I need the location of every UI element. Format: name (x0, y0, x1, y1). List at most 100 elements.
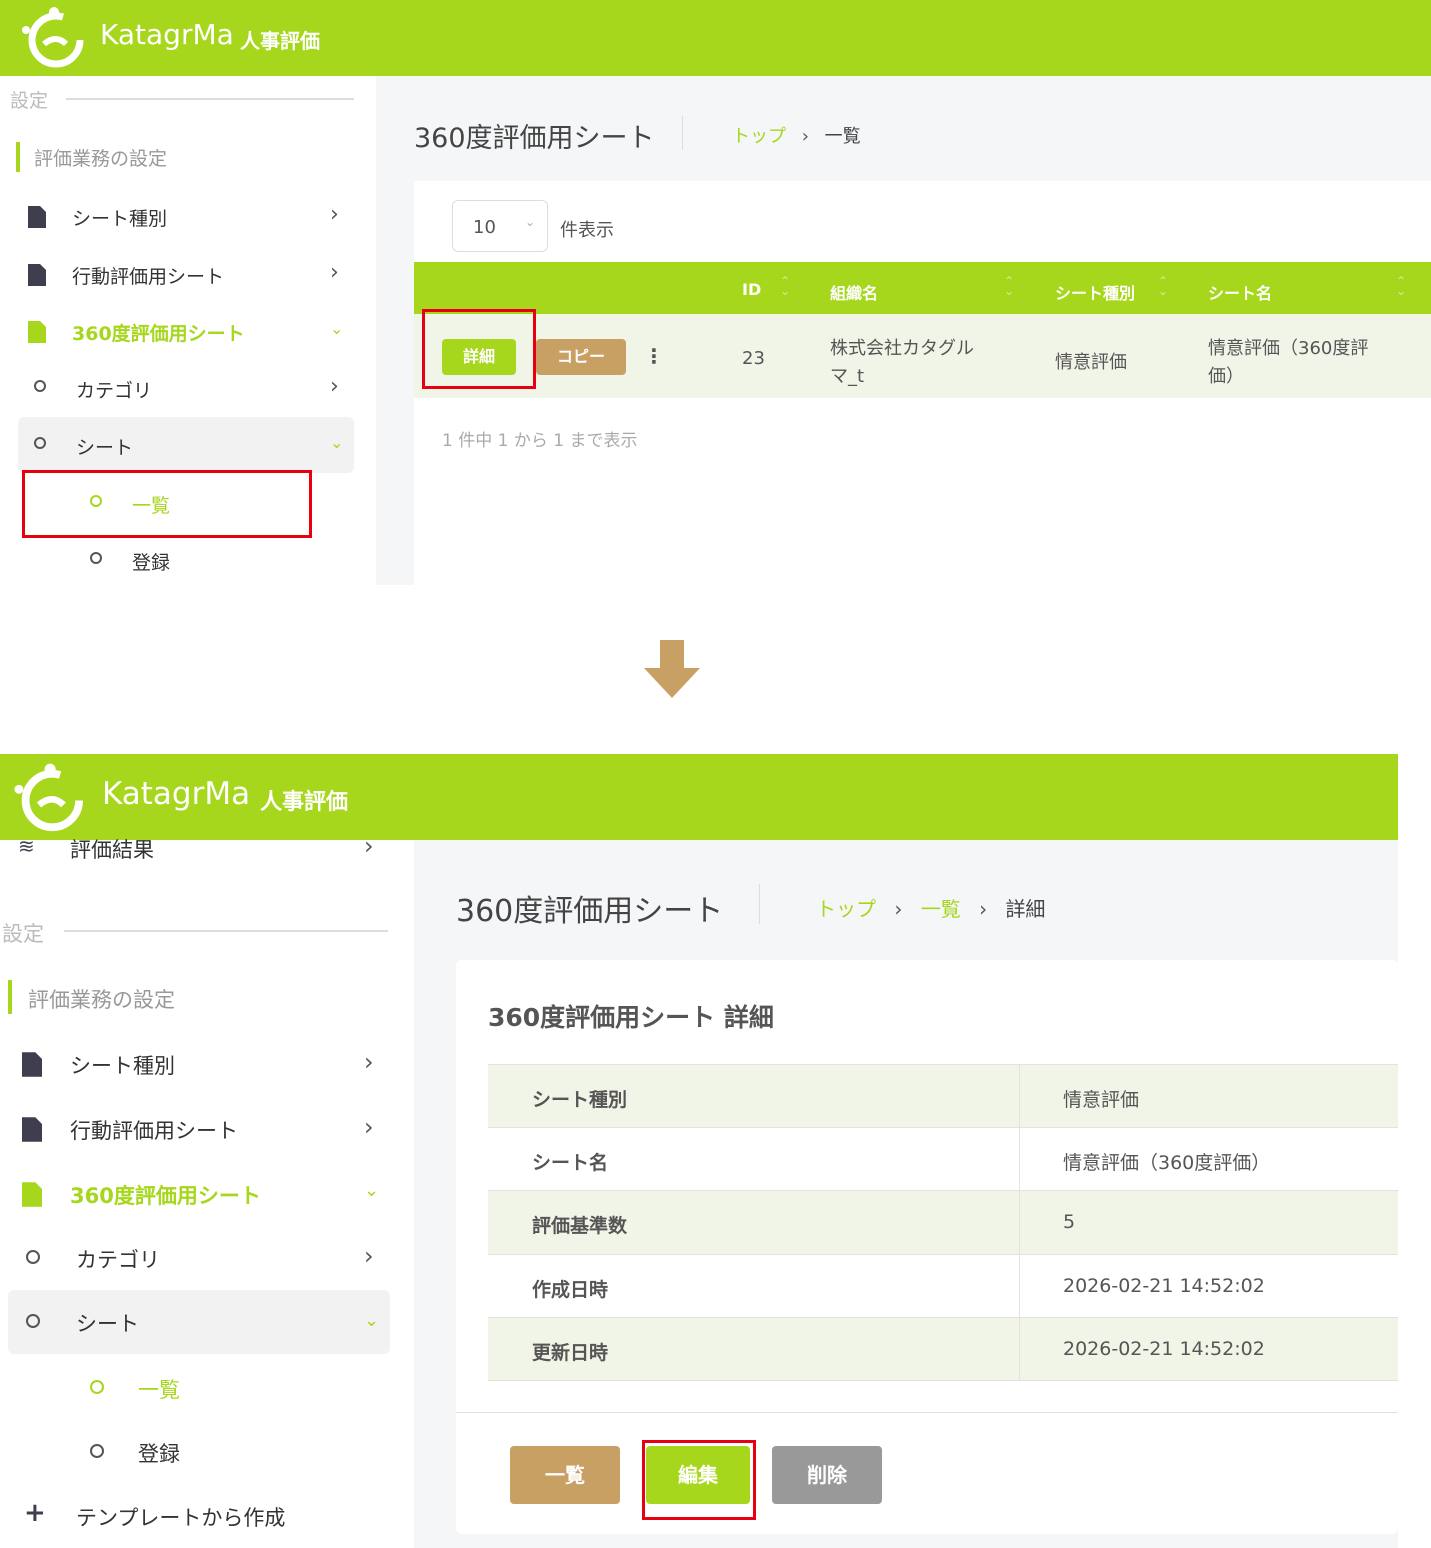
sidebar-item-category[interactable]: カテゴリ › (10, 1234, 390, 1282)
sort-icon: ⌃ ⌄ (1158, 274, 1169, 298)
sidebar-item-label: シート (76, 1312, 139, 1336)
sort-icon: ⌃ ⌄ (1396, 274, 1407, 298)
sidebar-item-behavior-sheet[interactable]: 行動評価用シート › (10, 1105, 390, 1153)
sidebar-subitem-register[interactable]: 登録 (74, 538, 304, 582)
length-select[interactable]: 10 ⌄ (452, 200, 548, 252)
chevron-right-icon: › (364, 834, 374, 860)
sidebar: 設定 評価業務の設定 シート種別 › 行動評価用シート › 360度評価用シート… (0, 76, 376, 585)
detail-label: 評価基準数 (532, 1215, 628, 1237)
sidebar-item-label: 登録 (132, 552, 171, 574)
chevron-right-icon: › (364, 1048, 374, 1076)
chevron-right-icon: › (364, 1113, 374, 1141)
cell-id: 23 (742, 348, 765, 369)
sort-icon: ⌃ ⌄ (780, 274, 791, 298)
sidebar-item-results[interactable]: ≋ 評価結果 › (10, 834, 390, 864)
sidebar-item-label: 一覧 (138, 1378, 180, 1402)
sidebar-item-label: シート種別 (70, 1054, 175, 1078)
circle-icon (26, 1250, 40, 1264)
breadcrumb-top-link[interactable]: トップ (816, 897, 876, 921)
delete-button[interactable]: 削除 (772, 1446, 882, 1504)
detail-value: 2026-02-21 14:52:02 (1063, 1275, 1265, 1297)
breadcrumb: トップ › 一覧 › 詳細 (816, 893, 1045, 922)
list-card: 10 ⌄ 件表示 ID ⌃ ⌄ 組織名 ⌃ ⌄ シート種別 ⌃ ⌄ シート名 ⌃ ⌄ 詳… (414, 181, 1431, 585)
breadcrumb-separator-icon: › (801, 126, 809, 147)
cell-sheet-name-line1: 情意評価（360度評 (1208, 338, 1369, 359)
detail-row: 更新日時 2026-02-21 14:52:02 (488, 1318, 1398, 1381)
sidebar-section-title: 設定 (10, 90, 49, 112)
highlight-box (422, 309, 536, 389)
cell-sheet-name-line2: 価） (1208, 366, 1244, 387)
breadcrumb: トップ › 一覧 (732, 122, 861, 148)
list-button[interactable]: 一覧 (510, 1446, 620, 1504)
sidebar-item-label: 360度評価用シート (70, 1184, 261, 1208)
column-header-org[interactable]: 組織名 (830, 280, 878, 304)
document-icon (28, 264, 46, 286)
document-icon (28, 206, 46, 228)
circle-icon (90, 552, 102, 564)
copy-button[interactable]: コピー (536, 339, 626, 375)
sidebar-item-label: カテゴリ (76, 1248, 160, 1272)
detail-card: 360度評価用シート 詳細 シート種別 情意評価 シート名 情意評価（360度評… (456, 960, 1398, 1534)
breadcrumb-separator-icon: › (894, 897, 903, 921)
detail-value: 情意評価（360度評価） (1063, 1152, 1271, 1174)
sidebar-group-title: 評価業務の設定 (34, 148, 168, 170)
breadcrumb-separator-icon: › (979, 897, 988, 921)
detail-row: シート種別 情意評価 (488, 1065, 1398, 1128)
sidebar-item-360-sheet[interactable]: 360度評価用シート ⌄ (10, 1170, 390, 1218)
sidebar-item-360-sheet[interactable]: 360度評価用シート ⌄ (18, 309, 354, 353)
chevron-right-icon: › (330, 374, 339, 399)
breadcrumb-top-link[interactable]: トップ (732, 126, 786, 147)
breadcrumb-list-link[interactable]: 一覧 (921, 897, 961, 921)
sidebar-item-sheet[interactable]: シート ⌄ (8, 1290, 390, 1354)
sidebar: ≋ 評価結果 › 設定 評価業務の設定 シート種別 › 行動評価用シート › 3… (0, 834, 414, 1548)
sidebar-item-label: カテゴリ (76, 380, 153, 402)
detail-row: シート名 情意評価（360度評価） (488, 1128, 1398, 1191)
product-name: 人事評価 (260, 790, 349, 815)
sidebar-item-behavior-sheet[interactable]: 行動評価用シート › (18, 252, 354, 296)
highlight-box (22, 470, 312, 538)
sidebar-item-category[interactable]: カテゴリ › (18, 366, 354, 410)
card-title: 360度評価用シート 詳細 (488, 1003, 774, 1032)
chevron-right-icon: › (364, 1242, 374, 1270)
cell-org-line1: 株式会社カタグル (830, 338, 974, 359)
detail-value: 情意評価 (1063, 1089, 1140, 1111)
column-header-sheet-name[interactable]: シート名 (1208, 280, 1272, 304)
sidebar-item-from-template[interactable]: + テンプレートから作成 (10, 1492, 390, 1540)
chevron-right-icon: › (330, 202, 339, 227)
more-menu-icon[interactable]: ⋮ (644, 344, 664, 368)
title-divider (759, 884, 760, 924)
length-select-suffix: 件表示 (560, 220, 614, 241)
layers-icon: ≋ (18, 834, 35, 858)
column-header-id[interactable]: ID (742, 280, 761, 299)
sidebar-item-label: 登録 (138, 1442, 180, 1466)
section-divider (66, 98, 354, 100)
page-title: 360度評価用シート (456, 894, 724, 929)
sidebar-subitem-register[interactable]: 登録 (74, 1428, 334, 1476)
katagrma-logo-icon (22, 7, 84, 68)
sidebar-item-sheet-type[interactable]: シート種別 › (18, 194, 354, 238)
title-divider (682, 116, 683, 150)
detail-table: シート種別 情意評価 シート名 情意評価（360度評価） 評価基準数 5 作成日… (488, 1064, 1398, 1381)
chevron-down-icon: ⌄ (525, 215, 536, 229)
page-title: 360度評価用シート (414, 123, 655, 154)
circle-icon (34, 437, 46, 449)
document-icon (22, 1117, 42, 1142)
document-icon (22, 1052, 42, 1077)
chevron-right-icon: › (330, 260, 339, 285)
chevron-down-icon: ⌄ (364, 1180, 380, 1201)
sidebar-item-sheet[interactable]: シート ⌄ (18, 417, 354, 473)
detail-label: シート種別 (532, 1089, 628, 1111)
sidebar-item-label: テンプレートから作成 (76, 1506, 286, 1530)
main-area: 360度評価用シート トップ › 一覧 › 詳細 360度評価用シート 詳細 シ… (414, 840, 1398, 1548)
sidebar-item-label: 評価結果 (70, 838, 154, 862)
sidebar-subitem-list[interactable]: 一覧 (74, 1364, 334, 1412)
column-header-sheet-type[interactable]: シート種別 (1055, 280, 1135, 304)
sidebar-item-sheet-type[interactable]: シート種別 › (10, 1040, 390, 1088)
brand-name: KatagrMa (102, 776, 251, 812)
table-header: ID ⌃ ⌄ 組織名 ⌃ ⌄ シート種別 ⌃ ⌄ シート名 ⌃ ⌄ (414, 262, 1431, 314)
circle-icon (34, 380, 46, 392)
detail-value: 2026-02-21 14:52:02 (1063, 1338, 1265, 1360)
header-bar: KatagrMa 人事評価 (0, 754, 1398, 840)
sidebar-group-title: 評価業務の設定 (28, 988, 175, 1012)
circle-icon (26, 1314, 40, 1328)
